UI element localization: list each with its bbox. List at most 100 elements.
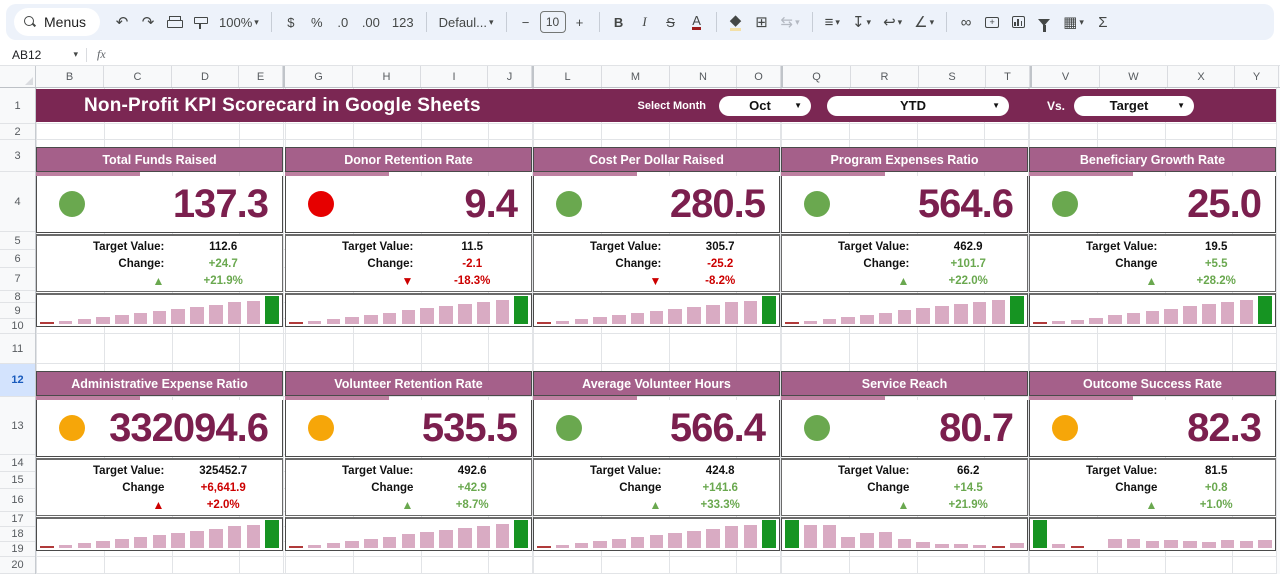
insert-comment-button[interactable]: +	[980, 9, 1004, 35]
change-value: +141.6	[661, 482, 779, 494]
kpi-card-header: Administrative Expense Ratio	[36, 371, 283, 396]
kpi-card-header: Total Funds Raised	[36, 147, 283, 172]
spark-bar	[171, 309, 185, 324]
functions-button[interactable]: Σ	[1091, 9, 1115, 35]
column-header-E[interactable]: E	[239, 66, 283, 87]
spark-bar	[402, 534, 416, 548]
format-currency-button[interactable]: $	[279, 9, 303, 35]
spark-bar	[725, 526, 739, 548]
paint-format-button[interactable]	[188, 9, 212, 35]
compare-dropdown[interactable]: Target ▼	[1074, 96, 1194, 116]
column-header-W[interactable]: W	[1100, 66, 1168, 87]
column-header-H[interactable]: H	[353, 66, 421, 87]
fill-color-button[interactable]: ◆	[724, 9, 748, 35]
insert-link-button[interactable]: ∞	[954, 9, 978, 35]
merge-cells-button[interactable]: ⇆▾	[776, 9, 805, 35]
row-header-12[interactable]: 12	[0, 364, 35, 397]
undo-button[interactable]: ↶	[110, 9, 134, 35]
row-header-14[interactable]: 14	[0, 455, 35, 472]
create-filter-button[interactable]	[1032, 9, 1056, 35]
menus-button[interactable]: Menus	[14, 8, 100, 36]
text-rotation-button[interactable]: ∠▾	[909, 9, 939, 35]
vertical-align-button[interactable]: ↧▾	[847, 9, 876, 35]
formula-input[interactable]	[116, 44, 1280, 65]
row-header-1[interactable]: 1	[0, 88, 35, 124]
row-header-18[interactable]: 18	[0, 527, 35, 542]
sheet-canvas[interactable]: Non-Profit KPI Scorecard in Google Sheet…	[36, 88, 1277, 574]
name-box[interactable]: AB12 ▾	[0, 44, 86, 65]
row-header-4[interactable]: 4	[0, 172, 35, 232]
strikethrough-button[interactable]: S	[659, 9, 683, 35]
row-header-3[interactable]: 3	[0, 140, 35, 172]
font-select[interactable]: Defaul...▾	[434, 9, 499, 35]
row-header-13[interactable]: 13	[0, 397, 35, 455]
column-header-G[interactable]: G	[285, 66, 353, 87]
column-header-Q[interactable]: Q	[783, 66, 851, 87]
row-header-7[interactable]: 7	[0, 268, 35, 291]
column-header-R[interactable]: R	[851, 66, 919, 87]
pivot-table-button[interactable]: ▦▾	[1058, 9, 1089, 35]
font-size-input[interactable]: 10	[540, 11, 566, 33]
decrease-font-size-button[interactable]: −	[514, 9, 538, 35]
column-header-X[interactable]: X	[1168, 66, 1235, 87]
column-header-I[interactable]: I	[421, 66, 488, 87]
borders-button[interactable]: ⊞	[750, 9, 774, 35]
column-headers: BCDEGHIJLMNOQRSTVWXY	[0, 66, 1280, 88]
row-header-8[interactable]: 8	[0, 291, 35, 303]
spark-bar	[153, 311, 167, 324]
text-wrap-button[interactable]: ↩▾	[878, 9, 907, 35]
kpi-sparkline	[285, 517, 532, 551]
insert-chart-button[interactable]	[1006, 9, 1030, 35]
row-header-5[interactable]: 5	[0, 232, 35, 250]
change-value: +6,641.9	[164, 482, 282, 494]
column-header-D[interactable]: D	[172, 66, 239, 87]
increase-decimal-button[interactable]: .00	[357, 9, 385, 35]
decrease-decimal-button[interactable]: .0	[331, 9, 355, 35]
row-header-20[interactable]: 20	[0, 557, 35, 574]
italic-button[interactable]: I	[633, 9, 657, 35]
column-header-T[interactable]: T	[986, 66, 1030, 87]
row-header-11[interactable]: 11	[0, 334, 35, 364]
row-header-19[interactable]: 19	[0, 542, 35, 557]
zoom-select[interactable]: 100%▾	[214, 9, 264, 35]
print-button[interactable]	[162, 9, 186, 35]
horizontal-align-button[interactable]: ≡▾	[820, 9, 845, 35]
column-header-J[interactable]: J	[488, 66, 532, 87]
spark-bar	[1127, 313, 1141, 324]
spark-bar	[1221, 302, 1235, 324]
column-header-V[interactable]: V	[1032, 66, 1100, 87]
increase-font-size-button[interactable]: +	[568, 9, 592, 35]
spark-bar	[1202, 304, 1216, 324]
kpi-sparkline	[781, 517, 1028, 551]
status-indicator-circle	[556, 415, 582, 441]
select-all-corner[interactable]	[0, 66, 36, 87]
month-dropdown[interactable]: Oct ▼	[719, 96, 811, 116]
kpi-stats-section: Target Value:462.9 Change:+101.7 ▲+22.0%	[781, 234, 1028, 292]
row-header-10[interactable]: 10	[0, 319, 35, 334]
format-percent-button[interactable]: %	[305, 9, 329, 35]
change-value: +42.9	[413, 482, 531, 494]
redo-button[interactable]: ↷	[136, 9, 160, 35]
row-header-6[interactable]: 6	[0, 250, 35, 268]
column-header-L[interactable]: L	[534, 66, 602, 87]
chevron-down-icon: ▾	[867, 17, 872, 28]
row-header-17[interactable]: 17	[0, 512, 35, 527]
spark-bar	[898, 539, 912, 548]
row-header-9[interactable]: 9	[0, 303, 35, 319]
row-header-16[interactable]: 16	[0, 489, 35, 512]
spark-bar	[364, 315, 378, 324]
bold-button[interactable]: B	[607, 9, 631, 35]
column-header-M[interactable]: M	[602, 66, 670, 87]
column-header-B[interactable]: B	[36, 66, 104, 87]
period-dropdown[interactable]: YTD ▼	[827, 96, 1009, 116]
row-header-2[interactable]: 2	[0, 124, 35, 140]
text-color-button[interactable]: A	[685, 9, 709, 35]
more-formats-button[interactable]: 123	[387, 9, 419, 35]
change-value: -25.2	[661, 258, 779, 270]
column-header-Y[interactable]: Y	[1235, 66, 1279, 87]
column-header-S[interactable]: S	[919, 66, 986, 87]
row-header-15[interactable]: 15	[0, 472, 35, 489]
column-header-N[interactable]: N	[670, 66, 737, 87]
column-header-C[interactable]: C	[104, 66, 172, 87]
column-header-O[interactable]: O	[737, 66, 781, 87]
